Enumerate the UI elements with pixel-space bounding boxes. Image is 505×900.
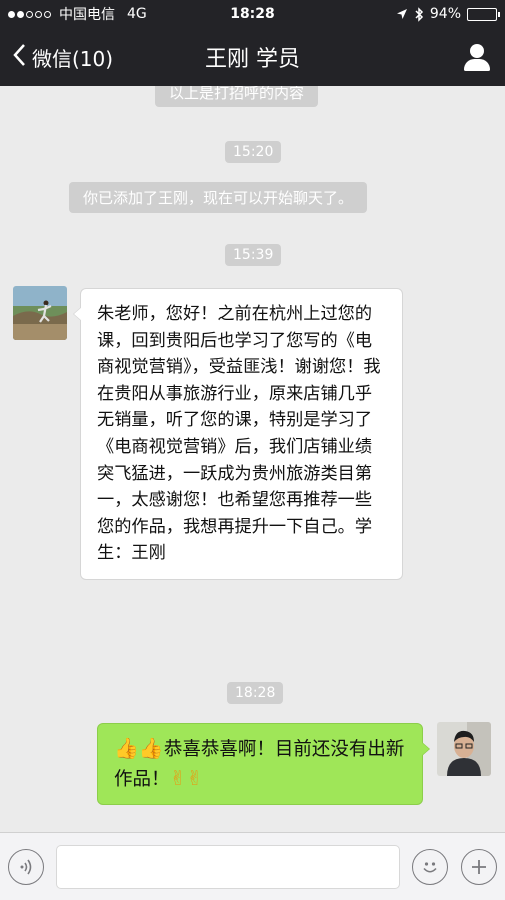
carrier-name: 中国电信	[59, 7, 115, 23]
message-list[interactable]: 以上是打招呼的内容 15:20 你已添加了王刚，现在可以开始聊天了。 15:39…	[0, 86, 505, 832]
incoming-message[interactable]: 朱老师，您好！之前在杭州上过您的课，回到贵阳后也学习了您写的《电商视觉营销》，受…	[73, 288, 403, 580]
sender-avatar[interactable]	[13, 286, 67, 340]
navigation-bar: 微信(10) 王刚 学员	[0, 28, 505, 86]
message-input[interactable]	[56, 845, 400, 889]
timestamp: 15:20	[225, 141, 282, 163]
more-actions-button[interactable]	[461, 849, 497, 885]
network-type: 4G	[127, 6, 147, 22]
emoji-button[interactable]	[412, 849, 448, 885]
voice-input-button[interactable]	[8, 849, 44, 885]
timestamp: 15:39	[225, 244, 282, 266]
back-label: 微信(10)	[32, 46, 114, 71]
system-message-partial: 以上是打招呼的内容	[155, 86, 319, 107]
victory-hand-emoji: ✌✌	[169, 766, 204, 790]
smiley-icon	[423, 862, 437, 873]
voice-icon	[20, 859, 32, 875]
chat-info-button[interactable]	[461, 41, 493, 73]
outgoing-message[interactable]: 👍👍恭喜恭喜啊！目前还没有出新作品！✌✌	[97, 723, 430, 805]
top-bar: 中国电信 4G 18:28 94% 微信(10) 王刚 学员	[0, 0, 505, 86]
battery-percent: 94%	[429, 6, 461, 22]
thumbs-up-emoji: 👍👍	[114, 736, 164, 760]
battery-icon	[467, 7, 500, 21]
plus-icon	[472, 860, 486, 874]
system-message: 你已添加了王刚，现在可以开始聊天了。	[69, 182, 368, 213]
bluetooth-icon	[415, 6, 423, 22]
my-avatar[interactable]	[437, 722, 491, 776]
location-icon	[396, 9, 407, 19]
chevron-left-icon	[12, 43, 26, 71]
status-bar: 中国电信 4G 18:28 94%	[0, 0, 505, 28]
input-bar	[0, 832, 505, 900]
back-button[interactable]: 微信(10)	[12, 43, 113, 72]
signal-strength-icon	[8, 10, 51, 18]
timestamp: 18:28	[227, 682, 284, 704]
